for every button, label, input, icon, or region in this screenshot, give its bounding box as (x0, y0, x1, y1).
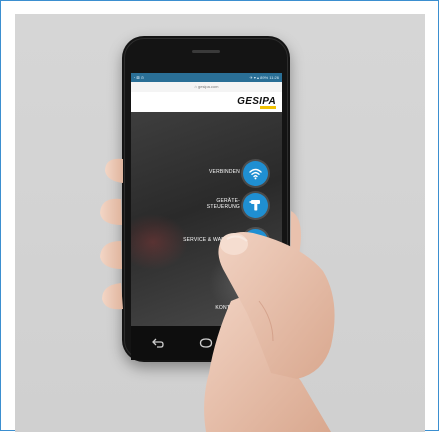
url-text: ⌂ gesipa.com (194, 84, 219, 89)
home-icon[interactable] (199, 337, 213, 349)
phone-screen: ꞏ ⊠ ⊙ ✈ ▾ ▴ 89% 11:26 ⌂ gesipa.com GESIP… (131, 73, 282, 360)
menu-item-service-wartung[interactable]: SERVICE & WARTUNG (131, 229, 282, 257)
riveting-tool-icon[interactable] (243, 193, 268, 218)
smartphone: ꞏ ⊠ ⊙ ✈ ▾ ▴ 89% 11:26 ⌂ gesipa.com GESIP… (122, 36, 290, 362)
mail-icon[interactable] (243, 297, 268, 322)
recent-apps-icon[interactable] (247, 337, 261, 349)
url-bar[interactable]: ⌂ gesipa.com (131, 82, 282, 92)
status-left-icons: ꞏ ⊠ ⊙ (134, 75, 145, 80)
phone-speaker (192, 50, 220, 53)
image-frame: ꞏ ⊠ ⊙ ✈ ▾ ▴ 89% 11:26 ⌂ gesipa.com GESIP… (0, 0, 439, 432)
info-icon[interactable] (243, 263, 268, 288)
app-header: GESIPA (131, 92, 282, 112)
menu-label-geraete-steuerung: GERÄTE-STEUERUNG (206, 198, 240, 210)
status-bar: ꞏ ⊠ ⊙ ✈ ▾ ▴ 89% 11:26 (131, 73, 282, 82)
status-right-info: ✈ ▾ ▴ 89% 11:26 (249, 75, 279, 80)
menu-item-kontakt[interactable]: KONTAKT (131, 297, 282, 325)
menu-label-kontakt: KONTAKT (215, 305, 240, 311)
menu-label-verbinden: VERBINDEN (209, 169, 240, 175)
menu-label-service-wartung: SERVICE & WARTUNG (183, 237, 240, 243)
android-navigation-bar (131, 326, 282, 360)
menu-item-info[interactable]: INFO (131, 263, 282, 291)
menu-label-info: INFO (227, 271, 240, 277)
menu-item-verbinden[interactable]: VERBINDEN (131, 161, 282, 189)
app-main-menu: VERBINDEN GERÄTE-STEUERUNG SERVICE & WAR… (131, 112, 282, 326)
back-icon[interactable] (151, 337, 165, 349)
tools-icon[interactable] (243, 229, 268, 254)
wifi-icon[interactable] (243, 161, 268, 186)
menu-item-geraete-steuerung[interactable]: GERÄTE-STEUERUNG (131, 193, 282, 221)
logo-stripe (260, 106, 276, 109)
